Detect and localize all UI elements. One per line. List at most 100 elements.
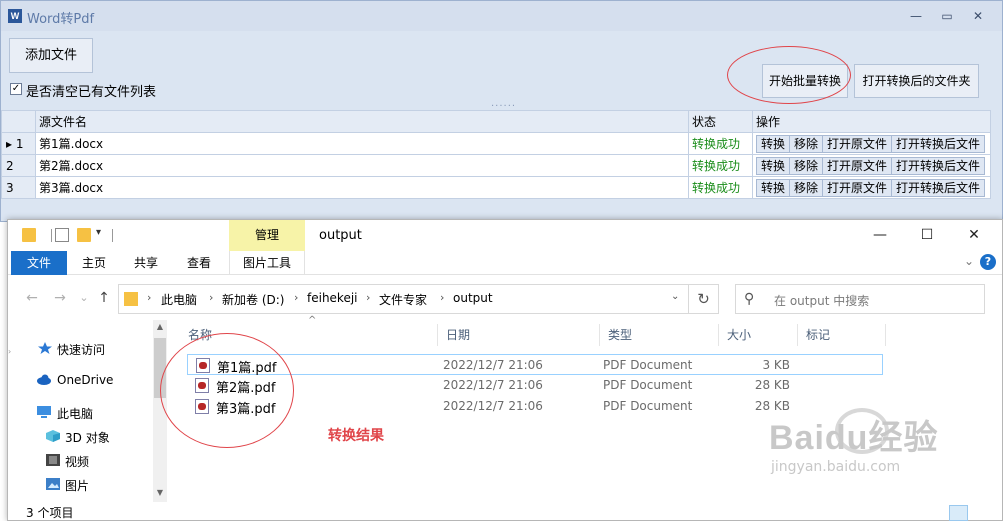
annotation-label: 转换结果 — [328, 428, 384, 444]
breadcrumb-this-pc[interactable]: 此电脑 — [161, 291, 197, 308]
actions-cell: 转换 移除 打开原文件 打开转换后文件 — [752, 132, 991, 155]
minimize-button[interactable]: — — [907, 7, 925, 25]
open-output-folder-button[interactable]: 打开转换后的文件夹 — [854, 64, 979, 98]
source-file-name[interactable]: 第2篇.docx — [35, 154, 689, 177]
tab-home[interactable]: 主页 — [74, 251, 114, 275]
forward-icon[interactable]: → — [50, 288, 70, 308]
file-row[interactable]: 第1篇.pdf 2022/12/7 21:06 PDF Document 3 K… — [187, 354, 883, 376]
minimize-button[interactable]: — — [870, 226, 890, 244]
address-bar[interactable]: › 此电脑 › 新加卷 (D:) › feihekeji › 文件专家 › ou… — [118, 284, 689, 314]
nav-item-this-pc[interactable]: 此电脑 — [57, 405, 93, 422]
details-view-icon[interactable] — [949, 505, 968, 521]
clear-list-label[interactable]: 是否清空已有文件列表 — [26, 81, 156, 100]
status-cell: 转换成功 — [688, 154, 753, 177]
column-type[interactable]: 类型 — [600, 324, 719, 346]
maximize-button[interactable]: ☐ — [917, 226, 937, 244]
toolbar-divider — [51, 229, 52, 242]
chevron-right-icon[interactable]: › — [440, 291, 444, 304]
highlight-circle — [160, 333, 294, 448]
status-cell: 转换成功 — [688, 132, 753, 155]
tab-view[interactable]: 查看 — [179, 251, 219, 275]
breadcrumb-drive[interactable]: 新加卷 (D:) — [222, 291, 284, 308]
scroll-down-icon[interactable]: ▼ — [154, 488, 166, 497]
properties-icon[interactable] — [55, 228, 69, 242]
nav-item-3d-objects[interactable]: 3D 对象 — [65, 429, 110, 446]
nav-item-onedrive[interactable]: OneDrive — [57, 373, 113, 387]
open-original-button[interactable]: 打开原文件 — [822, 178, 893, 197]
large-icons-view-icon[interactable] — [972, 505, 991, 521]
back-icon[interactable]: ← — [22, 288, 42, 308]
star-icon — [38, 342, 52, 354]
search-input[interactable]: ⚲ 在 output 中搜索 — [735, 284, 985, 314]
open-converted-button[interactable]: 打开转换后文件 — [891, 156, 986, 175]
maximize-button[interactable]: ▭ — [938, 7, 956, 25]
explorer-titlebar: ▾ 管理 output — ☐ ✕ — [8, 220, 1002, 251]
table-header-row: 源文件名 状态 操作 — [1, 110, 991, 133]
source-file-name[interactable]: 第3篇.docx — [35, 176, 689, 199]
up-icon[interactable]: ↑ — [94, 288, 114, 308]
tab-share[interactable]: 共享 — [126, 251, 166, 275]
expand-ribbon-icon[interactable]: ⌄ — [964, 254, 974, 268]
tab-picture-tools[interactable]: 图片工具 — [229, 251, 305, 275]
folder-icon — [22, 228, 36, 242]
convert-button[interactable]: 转换 — [756, 178, 791, 197]
chevron-right-icon[interactable]: › — [209, 291, 213, 304]
open-converted-button[interactable]: 打开转换后文件 — [891, 178, 986, 197]
file-size: 28 KB — [754, 378, 790, 392]
nav-item-quick-access[interactable]: 快速访问 — [57, 341, 105, 358]
refresh-icon[interactable]: ↻ — [689, 284, 719, 314]
breadcrumb-file-expert[interactable]: 文件专家 — [379, 291, 427, 308]
toolbar-divider — [112, 229, 113, 242]
tab-manage[interactable]: 管理 — [229, 220, 305, 251]
splitter-handle[interactable]: ...... — [491, 98, 516, 109]
add-file-button[interactable]: 添加文件 — [9, 38, 93, 73]
address-dropdown-icon[interactable]: ⌄ — [671, 291, 679, 302]
open-converted-button[interactable]: 打开转换后文件 — [891, 134, 986, 153]
open-original-button[interactable]: 打开原文件 — [822, 134, 893, 153]
column-tags[interactable]: 标记 — [798, 324, 886, 346]
remove-button[interactable]: 移除 — [789, 156, 824, 175]
tab-file[interactable]: 文件 — [11, 251, 67, 275]
source-file-name[interactable]: 第1篇.docx — [35, 132, 689, 155]
remove-button[interactable]: 移除 — [789, 134, 824, 153]
table-row[interactable]: ▸ 1 第1篇.docx 转换成功 转换 移除 打开原文件 打开转换后文件 — [1, 132, 991, 155]
open-original-button[interactable]: 打开原文件 — [822, 156, 893, 175]
close-button[interactable]: ✕ — [969, 7, 987, 25]
recent-locations-icon[interactable]: ⌄ — [74, 288, 94, 308]
actions-cell: 转换 移除 打开原文件 打开转换后文件 — [752, 154, 991, 177]
customize-quick-access-icon[interactable]: ▾ — [96, 227, 101, 238]
word-logo-icon: W — [8, 9, 22, 23]
nav-item-videos[interactable]: 视频 — [65, 453, 89, 470]
chevron-right-icon[interactable]: › — [294, 291, 298, 304]
row-index[interactable]: 2 — [1, 154, 36, 177]
close-button[interactable]: ✕ — [964, 226, 984, 244]
row-number: 1 — [15, 136, 24, 151]
convert-button[interactable]: 转换 — [756, 134, 791, 153]
table-row[interactable]: 2 第2篇.docx 转换成功 转换 移除 打开原文件 打开转换后文件 — [1, 154, 991, 177]
column-date[interactable]: 日期 — [438, 324, 600, 346]
cube-icon — [46, 430, 60, 442]
clear-list-checkbox[interactable]: ✓ — [10, 83, 22, 95]
breadcrumb-output[interactable]: output — [453, 291, 493, 305]
chevron-right-icon[interactable]: › — [147, 291, 151, 304]
scroll-up-icon[interactable]: ▲ — [154, 322, 166, 331]
table-row[interactable]: 3 第3篇.docx 转换成功 转换 移除 打开原文件 打开转换后文件 — [1, 176, 991, 199]
row-index[interactable]: 3 — [1, 176, 36, 199]
breadcrumb-feihekeji[interactable]: feihekeji — [307, 291, 358, 305]
new-folder-icon[interactable] — [77, 228, 91, 242]
navigation-pane: › 快速访问 OneDrive 此电脑 3D 对象 视频 图片 ▲ ▼ — [8, 320, 169, 502]
column-status[interactable]: 状态 — [688, 110, 753, 133]
column-source-name[interactable]: 源文件名 — [35, 110, 689, 133]
row-index[interactable]: ▸ 1 — [1, 132, 36, 155]
actions-cell: 转换 移除 打开原文件 打开转换后文件 — [752, 176, 991, 199]
nav-item-pictures[interactable]: 图片 — [65, 477, 89, 494]
item-count: 3 个项目 — [26, 506, 74, 520]
navigation-bar: ← → ⌄ ↑ › 此电脑 › 新加卷 (D:) › feihekeji › 文… — [8, 282, 1002, 316]
column-actions[interactable]: 操作 — [752, 110, 991, 133]
remove-button[interactable]: 移除 — [789, 178, 824, 197]
convert-button[interactable]: 转换 — [756, 156, 791, 175]
column-size[interactable]: 大小 — [719, 324, 798, 346]
help-icon[interactable]: ? — [980, 254, 996, 270]
collapse-icon[interactable]: › — [8, 347, 14, 356]
chevron-right-icon[interactable]: › — [366, 291, 370, 304]
